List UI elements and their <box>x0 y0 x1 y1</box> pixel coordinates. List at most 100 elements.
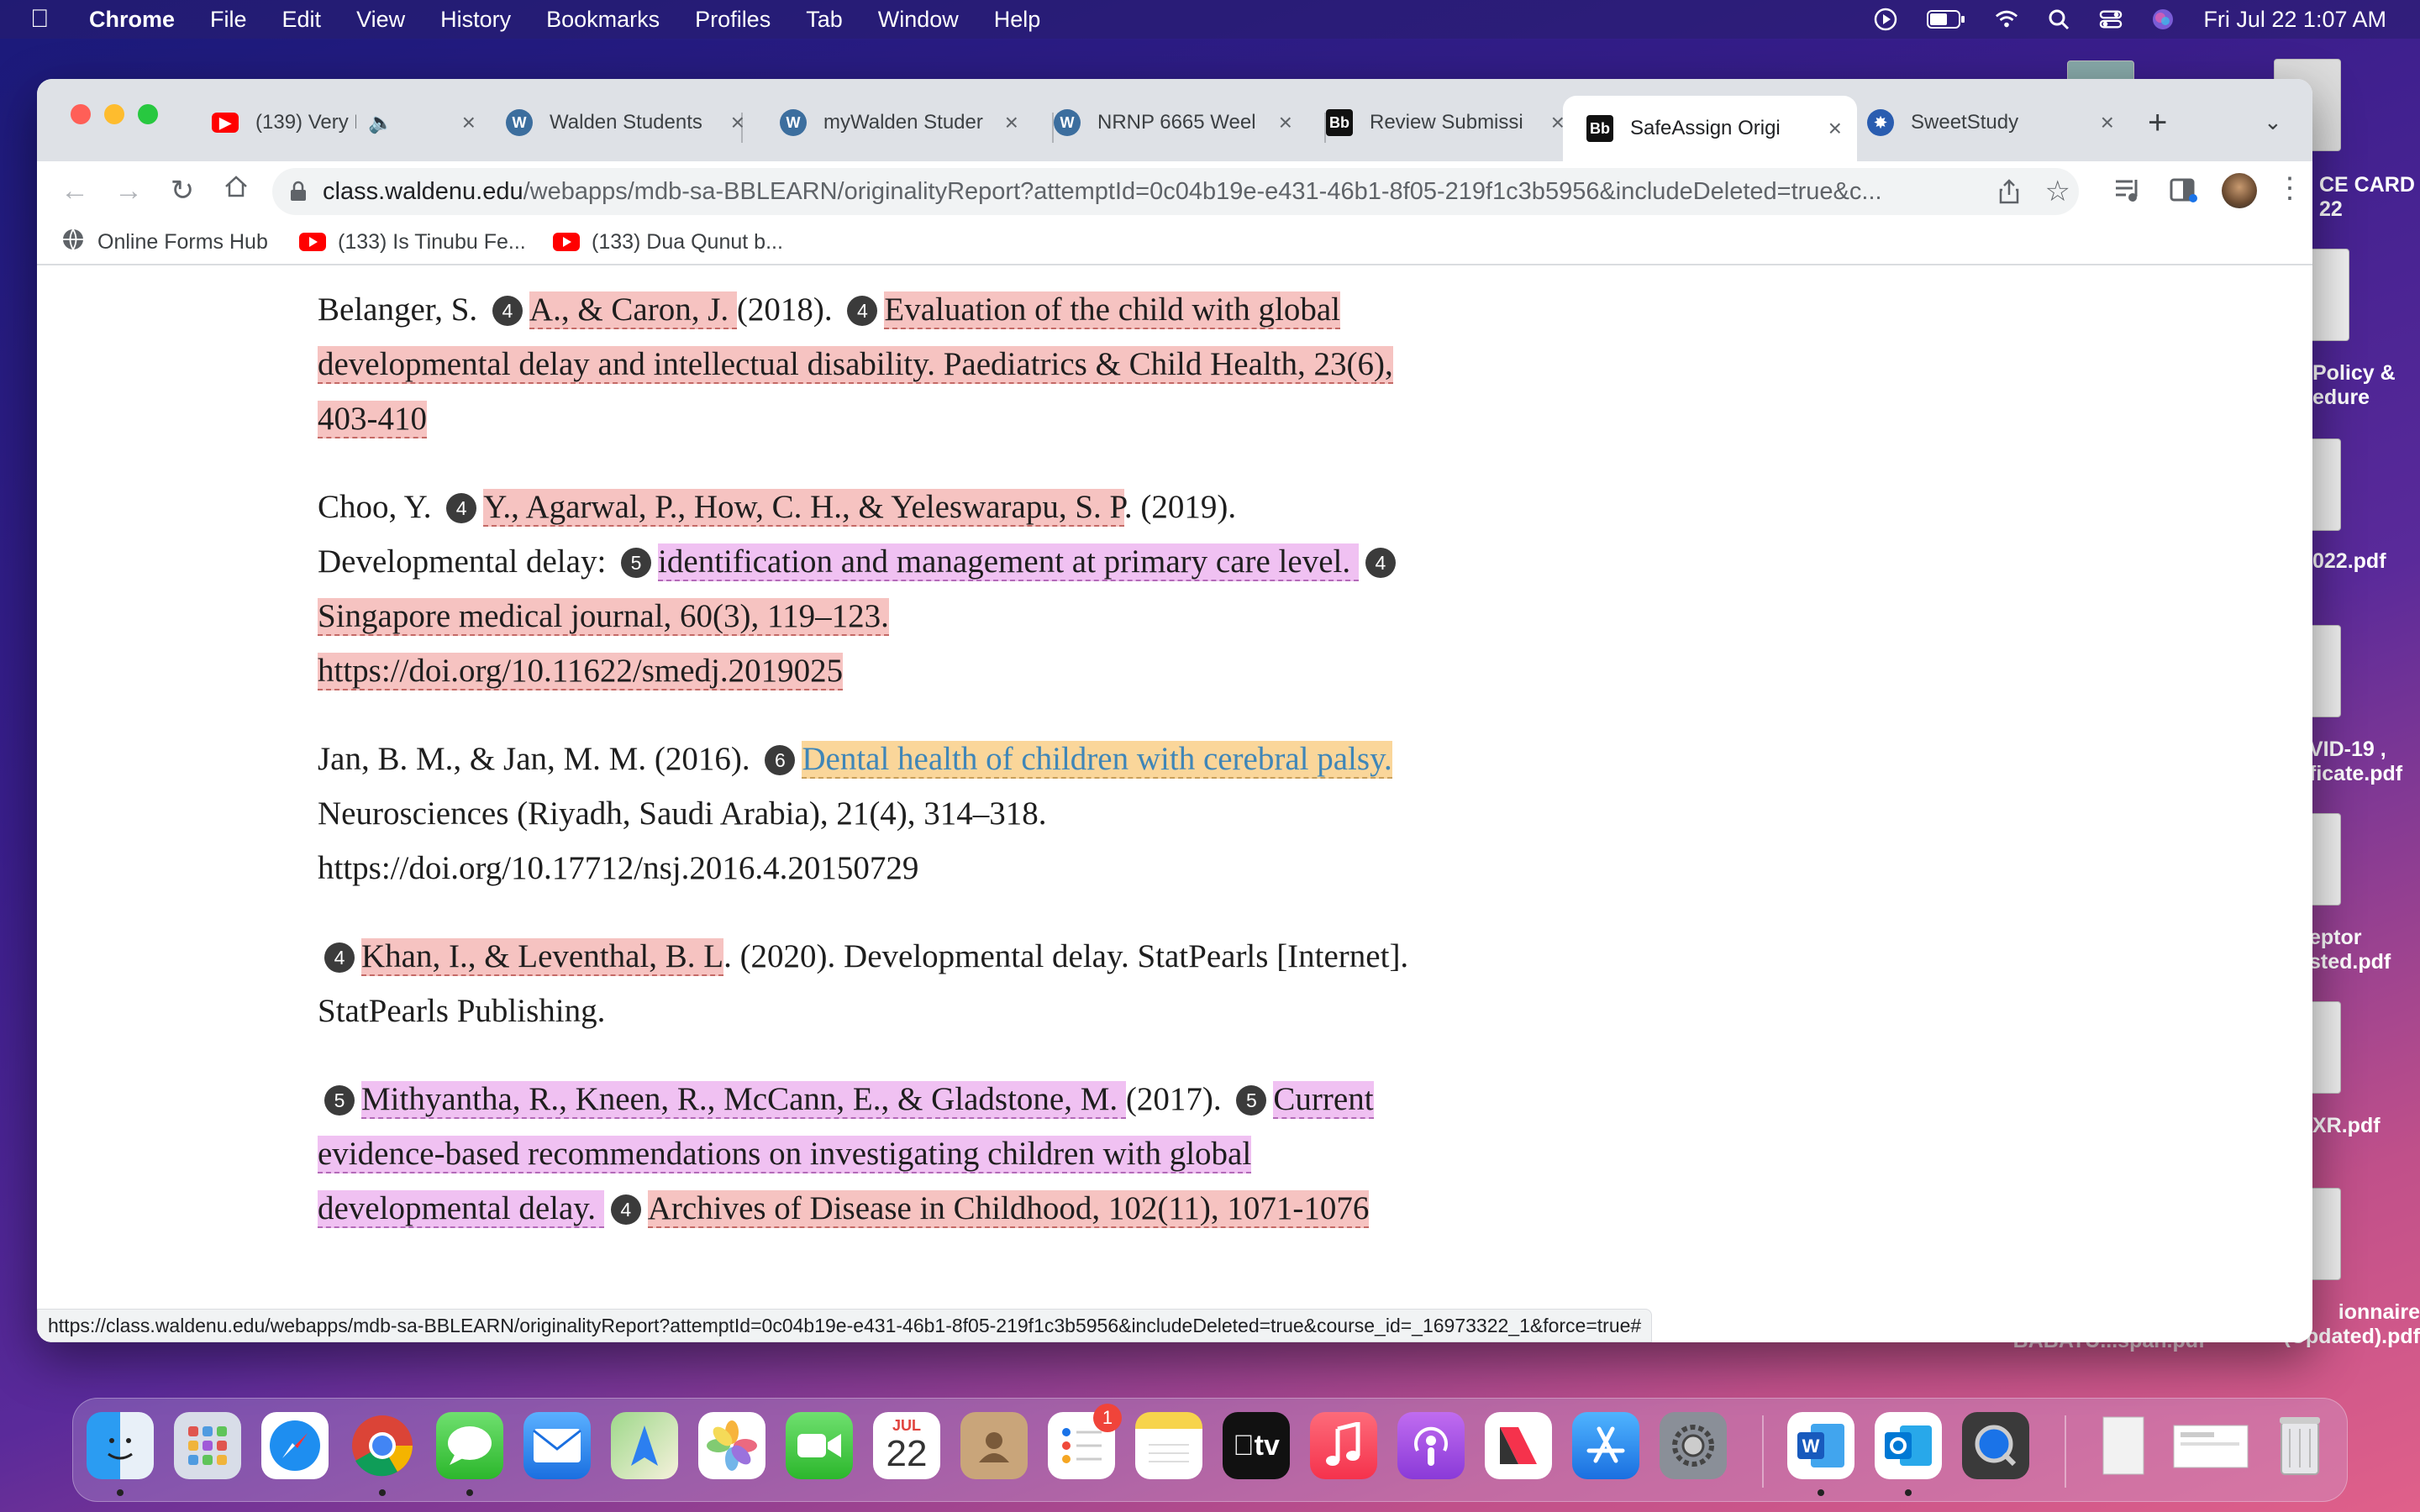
downloads-stack-icon[interactable] <box>2170 1412 2251 1479</box>
control-center-icon[interactable] <box>2099 8 2123 31</box>
close-tab-icon[interactable]: × <box>1005 109 1018 136</box>
desktop-file-label[interactable]: XR.pdf <box>2312 1114 2420 1138</box>
close-tab-icon[interactable]: × <box>731 109 744 136</box>
match-source-badge[interactable]: 4 <box>492 296 523 327</box>
home-icon[interactable] <box>218 173 254 208</box>
spotlight-search-icon[interactable] <box>2047 8 2070 31</box>
quicktime-icon[interactable] <box>1962 1412 2029 1479</box>
close-tab-icon[interactable]: × <box>1279 109 1292 136</box>
menu-help[interactable]: Help <box>994 7 1041 33</box>
menu-edit[interactable]: Edit <box>282 7 322 33</box>
match-source-badge[interactable]: 4 <box>324 942 355 974</box>
tab-safeassign[interactable]: Bb SafeAssign Origi × <box>1563 96 1857 161</box>
tab-walden-students[interactable]: W Walden Students × <box>482 96 760 150</box>
match-source-badge[interactable]: 5 <box>324 1085 355 1116</box>
apple-tv-icon[interactable]: tv <box>1223 1412 1290 1479</box>
matched-text-highlight[interactable]: Khan, I., & Leventhal, B. L <box>361 938 724 976</box>
notes-icon[interactable] <box>1135 1412 1202 1479</box>
desktop-file-label[interactable]: Policy & edure <box>2312 361 2420 410</box>
finder-icon[interactable] <box>87 1412 154 1479</box>
close-tab-icon[interactable]: × <box>462 109 476 136</box>
desktop-file-thumbnail[interactable] <box>2307 249 2349 341</box>
chrome-icon[interactable] <box>349 1412 416 1479</box>
close-window-button[interactable] <box>71 104 91 124</box>
new-tab-button[interactable]: + <box>2148 104 2167 142</box>
matched-text-highlight[interactable]: Singapore medical journal, 60(3), 119–12… <box>318 598 889 690</box>
match-source-badge[interactable]: 4 <box>1365 548 1396 579</box>
podcasts-icon[interactable] <box>1397 1412 1465 1479</box>
app-store-icon[interactable] <box>1572 1412 1639 1479</box>
close-tab-icon[interactable]: × <box>1828 115 1842 142</box>
tab-sweetstudy[interactable]: ✸ SweetStudy × <box>1844 96 2129 150</box>
menu-view[interactable]: View <box>356 7 405 33</box>
extension-icon[interactable] <box>2168 175 2198 209</box>
lock-icon[interactable] <box>289 181 308 202</box>
bookmark-star-icon[interactable]: ☆ <box>2045 175 2070 208</box>
matched-text-highlight[interactable]: A., & Caron, J. <box>529 291 737 329</box>
matched-text-highlight[interactable]: Dental health of children with cerebral … <box>802 741 1392 779</box>
desktop-file-label[interactable]: 022.pdf <box>2312 549 2420 574</box>
avatar[interactable] <box>2222 173 2257 208</box>
apple-menu-icon[interactable]:  <box>30 5 64 34</box>
bookmark-youtube-tinubu[interactable]: (133) Is Tinubu Fe... <box>299 230 526 255</box>
menu-history[interactable]: History <box>440 7 511 33</box>
match-source-badge[interactable]: 4 <box>610 1194 641 1226</box>
clock[interactable]: Fri Jul 22 1:07 AM <box>2203 7 2386 33</box>
forward-arrow-icon[interactable]: → <box>111 173 146 208</box>
match-source-badge[interactable]: 4 <box>847 296 878 327</box>
desktop-file-thumbnail[interactable] <box>2307 813 2341 906</box>
match-source-badge[interactable]: 6 <box>765 745 796 776</box>
matched-text-highlight[interactable]: identification and management at primary… <box>658 543 1359 581</box>
menu-file[interactable]: File <box>210 7 247 33</box>
tab-review-submission[interactable]: Bb Review Submissi × <box>1302 96 1580 150</box>
desktop-file-thumbnail[interactable] <box>2307 438 2341 531</box>
matched-text-highlight[interactable]: Mithyantha, R., Kneen, R., McCann, E., &… <box>361 1081 1126 1119</box>
matched-text-highlight[interactable]: Archives of Disease in Childhood, 102(11… <box>647 1190 1370 1228</box>
desktop-file-label[interactable]: eptor sted.pdf <box>2309 926 2420 974</box>
bookmark-online-forms-hub[interactable]: Online Forms Hub <box>60 227 268 258</box>
match-source-badge[interactable]: 4 <box>446 493 477 524</box>
menu-bookmarks[interactable]: Bookmarks <box>546 7 660 33</box>
calendar-icon[interactable]: JUL 22 <box>873 1412 940 1479</box>
address-bar[interactable]: class.waldenu.edu/webapps/mdb-sa-BBLEARN… <box>272 168 2079 215</box>
reload-icon[interactable]: ↻ <box>165 173 200 208</box>
system-preferences-icon[interactable] <box>1660 1412 1727 1479</box>
now-playing-icon[interactable] <box>1874 8 1897 31</box>
menu-window[interactable]: Window <box>878 7 959 33</box>
desktop-file-thumbnail[interactable] <box>2307 1188 2341 1280</box>
close-tab-icon[interactable]: × <box>2101 109 2114 136</box>
facetime-icon[interactable] <box>786 1412 853 1479</box>
wifi-icon[interactable] <box>1995 8 2018 31</box>
safari-icon[interactable] <box>261 1412 329 1479</box>
tab-mywalden[interactable]: W myWalden Studer × <box>756 96 1034 150</box>
matched-text-highlight[interactable]: Y., Agarwal, P., How, C. H., & Yeleswara… <box>483 489 1124 527</box>
match-source-badge[interactable]: 5 <box>1236 1085 1267 1116</box>
tab-nrnp[interactable]: W NRNP 6665 Weel × <box>1030 96 1307 150</box>
document-stack-icon[interactable] <box>2090 1412 2157 1479</box>
battery-icon[interactable] <box>1926 8 1966 31</box>
bookmark-youtube-dua-qunut[interactable]: (133) Dua Qunut b... <box>553 230 783 255</box>
zoom-window-button[interactable] <box>138 104 158 124</box>
menu-app-chrome[interactable]: Chrome <box>89 7 175 33</box>
minimize-window-button[interactable] <box>104 104 124 124</box>
desktop-file-label[interactable]: CE CARD 22 <box>2319 173 2420 222</box>
share-icon[interactable] <box>1998 178 2020 212</box>
launchpad-icon[interactable] <box>174 1412 241 1479</box>
microsoft-outlook-icon[interactable] <box>1875 1412 1942 1479</box>
tab-youtube[interactable]: ▶ (139) Very Po 🔈 × <box>188 96 491 150</box>
mail-icon[interactable] <box>523 1412 591 1479</box>
desktop-file-label[interactable]: VID-19 , ficate.pdf <box>2309 738 2420 786</box>
more-menu-icon[interactable]: ⋮ <box>2275 171 2304 205</box>
maps-icon[interactable] <box>611 1412 678 1479</box>
menu-tab[interactable]: Tab <box>806 7 843 33</box>
back-arrow-icon[interactable]: ← <box>57 173 92 208</box>
microsoft-word-icon[interactable]: W <box>1787 1412 1854 1479</box>
trash-icon[interactable] <box>2266 1412 2333 1479</box>
desktop-file-thumbnail[interactable] <box>2307 1001 2341 1094</box>
match-source-badge[interactable]: 5 <box>621 548 652 579</box>
contacts-icon[interactable] <box>960 1412 1028 1479</box>
tab-search-chevron-down-icon[interactable]: ⌄ <box>2264 109 2282 135</box>
reminders-icon[interactable]: 1 <box>1048 1404 1122 1479</box>
menu-profiles[interactable]: Profiles <box>695 7 771 33</box>
news-icon[interactable] <box>1485 1412 1552 1479</box>
